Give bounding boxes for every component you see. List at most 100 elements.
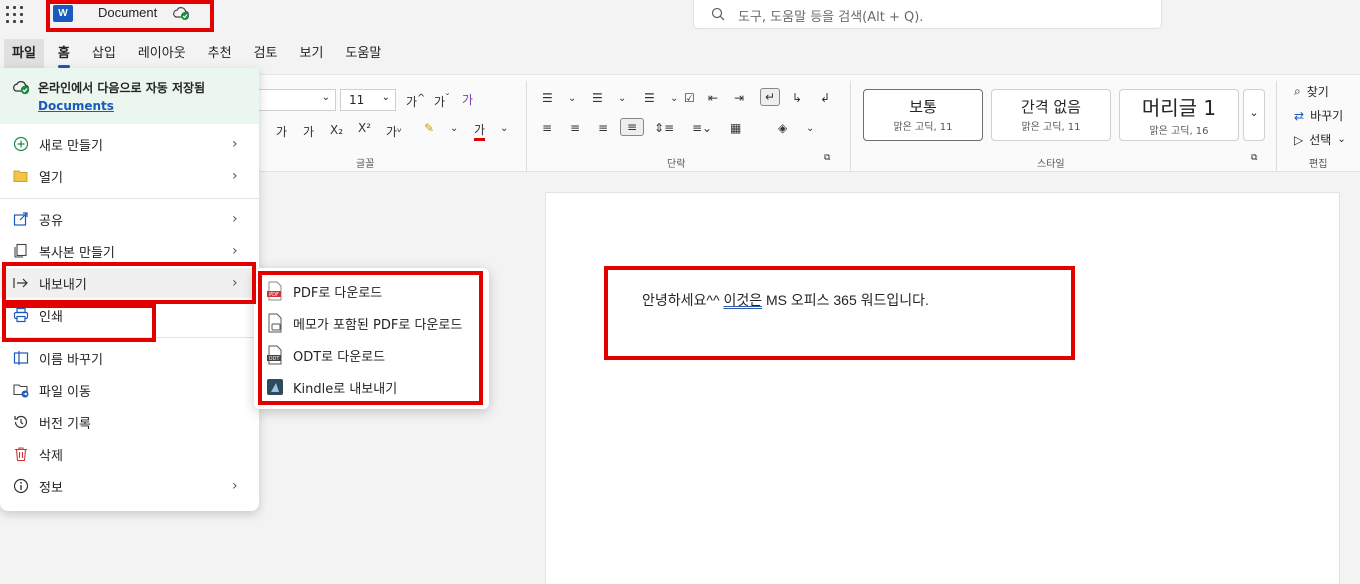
borders-icon[interactable]: ▦ (730, 121, 741, 135)
menu-item-label: 열기 (39, 170, 63, 186)
checklist-icon[interactable]: ☑ (684, 91, 695, 105)
rename-icon (12, 350, 30, 366)
highlight-box (2, 262, 256, 304)
style-no-spacing[interactable]: 간격 없음 맑은 고딕, 11 (991, 89, 1111, 141)
move-file-icon (12, 382, 30, 398)
decrease-indent-icon[interactable]: ⇤ (708, 91, 718, 105)
search-placeholder: 도구, 도움말 등을 검색(Alt + Q). (738, 10, 924, 25)
multilevel-dropdown-icon[interactable]: ⌄ (670, 93, 678, 104)
chevron-right-icon: › (232, 243, 238, 259)
tab-home[interactable]: 홈 (50, 39, 78, 69)
menu-item-rename[interactable]: 이름 바꾸기 (0, 343, 259, 373)
select-cursor-icon: ▷ (1294, 132, 1304, 147)
font-color-icon[interactable]: 가 (474, 121, 486, 141)
ribbon-divider (850, 81, 851, 171)
align-left-icon[interactable]: ≡ (542, 121, 552, 135)
styles-more-button[interactable]: ⌄ (1243, 89, 1265, 141)
app-launcher-icon[interactable] (6, 6, 24, 24)
bullets-dropdown-icon[interactable]: ⌄ (568, 93, 576, 104)
info-icon (12, 478, 30, 494)
paragraph-spacing-icon[interactable]: ≡⌄ (692, 121, 712, 135)
ribbon-divider (1276, 81, 1277, 171)
search-box[interactable]: 도구, 도움말 등을 검색(Alt + Q). (693, 0, 1162, 29)
font-group-label: 글꼴 (356, 159, 375, 170)
styles-launcher-icon[interactable]: ⧉ (1251, 153, 1257, 163)
menu-item-version-history[interactable]: 버전 기록 (0, 407, 259, 437)
find-label: 찾기 (1306, 85, 1329, 99)
style-heading-1[interactable]: 머리글 1 맑은 고딕, 16 (1119, 89, 1239, 141)
autosave-banner: 온라인에서 다음으로 자동 저장됨 Documents (0, 68, 259, 124)
menu-item-move[interactable]: 파일 이동 (0, 375, 259, 405)
menu-item-new[interactable]: 새로 만들기 › (0, 129, 259, 159)
tab-layout[interactable]: 레이아웃 (130, 39, 194, 69)
font-name-dropdown[interactable]: ⌄ (258, 89, 336, 111)
highlight-box (258, 271, 483, 405)
menu-item-share[interactable]: 공유 › (0, 204, 259, 234)
style-name: 보통 (909, 98, 937, 116)
font-color-dropdown-icon[interactable]: ⌄ (500, 123, 508, 134)
style-font: 맑은 고딕, 11 (1021, 122, 1081, 133)
menu-item-open[interactable]: 열기 › (0, 161, 259, 191)
chevron-right-icon: › (232, 211, 238, 227)
shrink-font-icon[interactable]: 가ˇ (434, 93, 450, 110)
share-icon (12, 211, 30, 227)
menu-item-delete[interactable]: 삭제 (0, 439, 259, 469)
menu-item-label: 새로 만들기 (39, 138, 103, 154)
cloud-check-icon (13, 80, 30, 95)
shading-icon[interactable]: ◈ (778, 121, 787, 135)
folder-open-icon (12, 168, 30, 184)
menu-item-info[interactable]: 정보 › (0, 471, 259, 501)
menu-item-label: 정보 (39, 480, 63, 496)
style-normal[interactable]: 보통 맑은 고딕, 11 (863, 89, 983, 141)
paragraph-group-label: 단락 (667, 159, 686, 170)
subscript-icon[interactable]: X₂ (330, 123, 343, 137)
highlight-icon[interactable]: ✎ (424, 121, 434, 135)
replace-label: 바꾸기 (1310, 109, 1344, 123)
align-center-icon[interactable]: ≡ (570, 121, 580, 135)
select-label: 선택 (1309, 133, 1332, 147)
menu-item-label: 복사본 만들기 (39, 245, 115, 261)
change-case-icon[interactable]: 가ᵛ (386, 123, 402, 140)
style-name: 간격 없음 (1021, 98, 1081, 116)
clear-format-icon[interactable]: 가 (462, 91, 473, 108)
numbering-icon[interactable]: ☰ (592, 91, 603, 105)
tab-help[interactable]: 도움말 (337, 39, 389, 69)
tab-insert[interactable]: 삽입 (84, 39, 124, 69)
multilevel-list-icon[interactable]: ☰ (644, 91, 655, 105)
align-right-icon[interactable]: ≡ (598, 121, 608, 135)
highlight-dropdown-icon[interactable]: ⌄ (450, 123, 458, 134)
tab-review[interactable]: 검토 (246, 39, 286, 69)
ribbon-divider (526, 81, 527, 171)
autosave-location-link[interactable]: Documents (38, 99, 114, 113)
rtl-icon[interactable]: ↲ (820, 91, 830, 105)
italic-icon[interactable]: 가 (276, 123, 287, 140)
numbering-dropdown-icon[interactable]: ⌄ (618, 93, 626, 104)
line-spacing-icon[interactable]: ⇕≡ (654, 121, 674, 135)
show-marks-icon[interactable]: ↵ (760, 88, 781, 106)
search-icon (711, 7, 725, 21)
menu-item-label: 이름 바꾸기 (39, 352, 103, 368)
highlight-box (2, 304, 156, 342)
select-button[interactable]: ▷ 선택 ⌄ (1294, 131, 1346, 148)
ribbon-tabs: 파일 홈 삽입 레이아웃 추천 검토 보기 도움말 (0, 38, 395, 70)
bullets-icon[interactable]: ☰ (542, 91, 553, 105)
find-button[interactable]: ⌕ 찾기 (1294, 83, 1329, 100)
tab-recommend[interactable]: 추천 (200, 39, 240, 69)
grow-font-icon[interactable]: 가^ (406, 93, 425, 110)
document-page[interactable] (545, 192, 1340, 584)
paragraph-launcher-icon[interactable]: ⧉ (824, 153, 830, 163)
menu-item-label: 파일 이동 (39, 384, 91, 400)
shading-dropdown-icon[interactable]: ⌄ (806, 123, 814, 134)
tab-file[interactable]: 파일 (4, 39, 44, 69)
tab-view[interactable]: 보기 (292, 39, 332, 69)
increase-indent-icon[interactable]: ⇥ (734, 91, 744, 105)
justify-icon[interactable]: ≡ (620, 118, 645, 136)
font-size-dropdown[interactable]: 11 ⌄ (340, 89, 396, 111)
replace-button[interactable]: ⇄ 바꾸기 (1294, 107, 1343, 124)
superscript-icon[interactable]: X² (358, 121, 371, 135)
ltr-icon[interactable]: ↳ (792, 91, 802, 105)
strikethrough-icon[interactable]: 가 (303, 123, 314, 140)
style-font: 맑은 고딕, 11 (893, 122, 953, 133)
chevron-right-icon: › (232, 136, 238, 152)
autosave-message: 온라인에서 다음으로 자동 저장됨 (38, 81, 206, 95)
